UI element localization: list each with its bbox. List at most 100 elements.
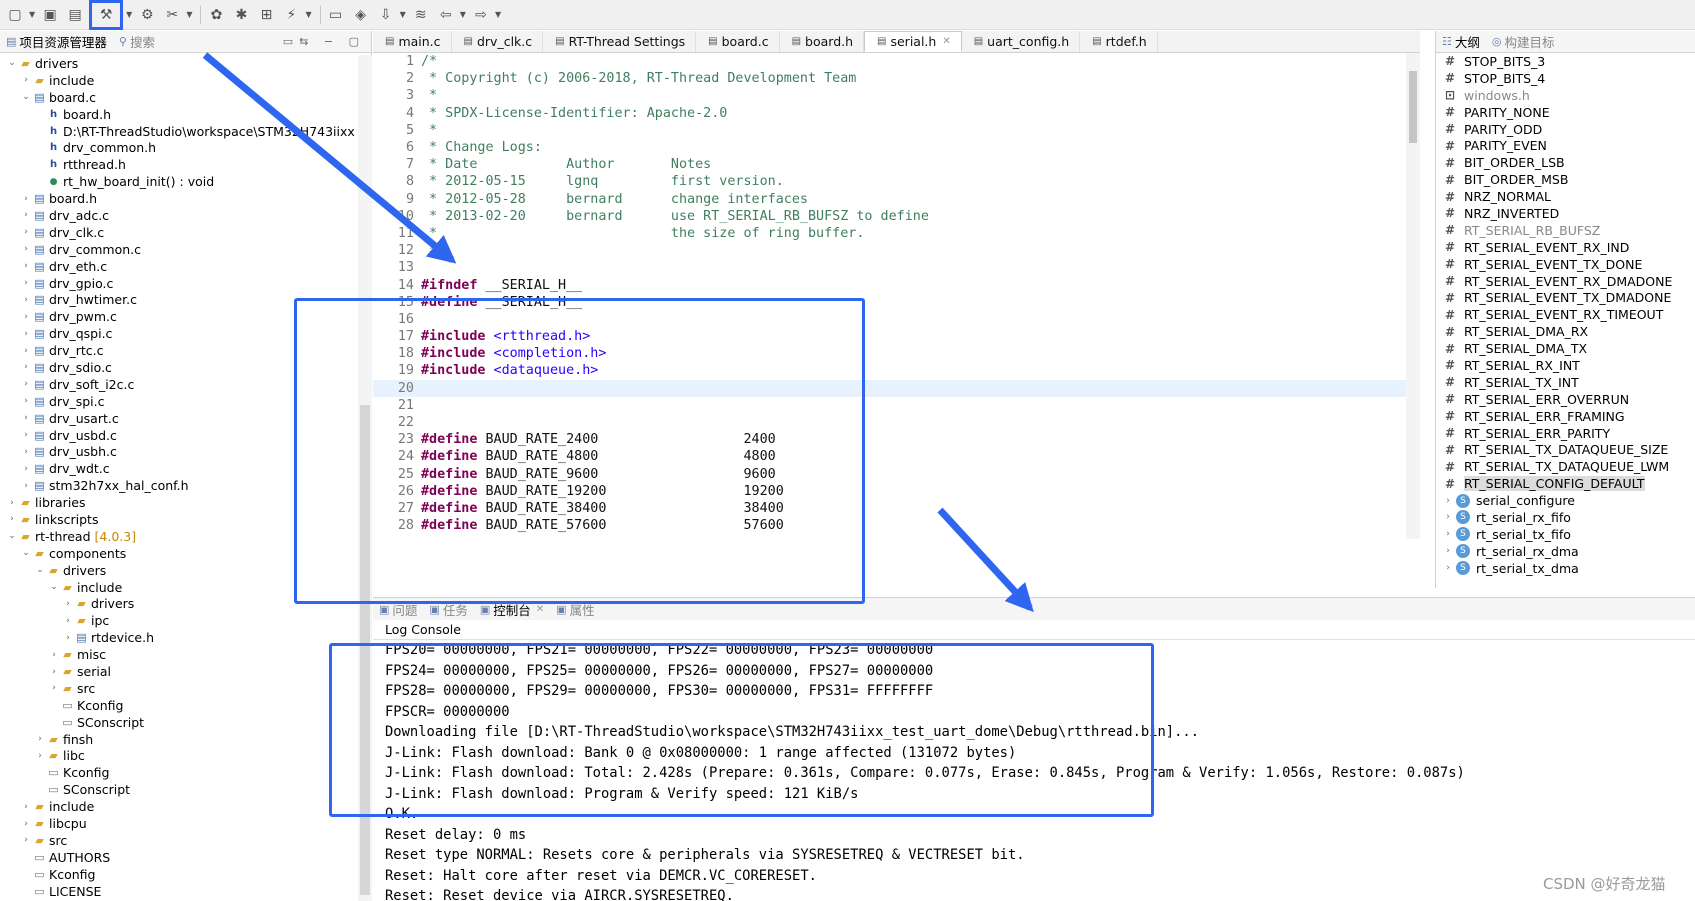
outline-item[interactable]: # RT_SERIAL_EVENT_RX_TIMEOUT <box>1436 306 1695 323</box>
editor-tab[interactable]: ▤ serial.h ✕ <box>864 31 962 52</box>
save-icon[interactable]: ▣ <box>39 4 61 26</box>
outline-item[interactable]: # RT_SERIAL_TX_DATAQUEUE_LWM <box>1436 458 1695 475</box>
tree-item[interactable]: › ▰ src <box>0 832 371 849</box>
chevron-right-icon[interactable]: › <box>1442 529 1454 539</box>
tree-item[interactable]: › ▰ include <box>0 798 371 815</box>
outline-item[interactable]: # RT_SERIAL_EVENT_RX_IND <box>1436 239 1695 256</box>
chevron-down-icon[interactable]: ▼ <box>29 10 35 19</box>
chevron-down-icon[interactable]: ▼ <box>460 10 466 19</box>
tree-item[interactable]: › ▰ include <box>0 72 371 89</box>
editor-tab[interactable]: ▤ rtdef.h <box>1080 31 1158 52</box>
chevron-right-icon[interactable]: › <box>20 464 32 474</box>
chevron-down-icon[interactable]: ▼ <box>305 10 311 19</box>
editor-tab[interactable]: ▤ board.c <box>696 31 780 52</box>
tree-item[interactable]: › ▰ src <box>0 680 371 697</box>
chevron-right-icon[interactable]: › <box>48 667 60 677</box>
outline-item[interactable]: # STOP_BITS_3 <box>1436 53 1695 70</box>
chevron-right-icon[interactable]: › <box>20 329 32 339</box>
chevron-right-icon[interactable]: › <box>20 396 32 406</box>
outline-item[interactable]: # NRZ_INVERTED <box>1436 205 1695 222</box>
chevron-right-icon[interactable]: › <box>6 514 18 524</box>
outline-item[interactable]: # NRZ_NORMAL <box>1436 188 1695 205</box>
outline-item[interactable]: # PARITY_ODD <box>1436 121 1695 138</box>
tree-item[interactable]: ▭ LICENSE <box>0 883 371 900</box>
close-icon[interactable]: ✕ <box>942 36 950 47</box>
outline-item[interactable]: # RT_SERIAL_DMA_RX <box>1436 323 1695 340</box>
debug-config-icon[interactable]: ⚙ <box>136 4 158 26</box>
tree-item[interactable]: ● rt_hw_board_init() : void <box>0 173 371 190</box>
outline-item[interactable]: # RT_SERIAL_ERR_OVERRUN <box>1436 391 1695 408</box>
forward-icon[interactable]: ⇨ <box>470 4 492 26</box>
code-line[interactable]: 11 * the size of ring buffer. <box>373 225 1420 242</box>
chevron-right-icon[interactable]: › <box>20 278 32 288</box>
chevron-right-icon[interactable]: › <box>20 346 32 356</box>
code-line[interactable]: 2 * Copyright (c) 2006-2018, RT-Thread D… <box>373 70 1420 87</box>
outline-item[interactable]: › Srt_serial_tx_dma <box>1436 560 1695 577</box>
tree-item[interactable]: › ▰ finsh <box>0 731 371 748</box>
save-all-icon[interactable]: ▤ <box>64 4 86 26</box>
chevron-down-icon[interactable]: ⌄ <box>34 565 46 575</box>
code-line[interactable]: 7 * Date Author Notes <box>373 156 1420 173</box>
tree-item[interactable]: ▭ AUTHORS <box>0 849 371 866</box>
download-icon[interactable]: ✿ <box>205 4 227 26</box>
outline-item[interactable]: # RT_SERIAL_CONFIG_DEFAULT <box>1436 475 1695 492</box>
chevron-right-icon[interactable]: › <box>20 362 32 372</box>
tab-build-targets[interactable]: ◎ 构建目标 <box>1486 31 1561 53</box>
layers-icon[interactable]: ≋ <box>410 4 432 26</box>
chevron-right-icon[interactable]: › <box>20 430 32 440</box>
outline-item[interactable]: # RT_SERIAL_EVENT_TX_DMADONE <box>1436 289 1695 306</box>
outline-item[interactable]: # STOP_BITS_4 <box>1436 70 1695 87</box>
chevron-right-icon[interactable]: › <box>20 75 32 85</box>
back-icon[interactable]: ⇦ <box>435 4 457 26</box>
tree-item[interactable]: › ▰ libc <box>0 748 371 765</box>
chevron-right-icon[interactable]: › <box>34 734 46 744</box>
outline-item[interactable]: # RT_SERIAL_RX_INT <box>1436 357 1695 374</box>
outline-item[interactable]: # PARITY_NONE <box>1436 104 1695 121</box>
tree-item[interactable]: › ▤ drv_gpio.c <box>0 275 371 292</box>
outline-item[interactable]: # RT_SERIAL_ERR_FRAMING <box>1436 408 1695 425</box>
tree-item[interactable]: › ▤ board.h <box>0 190 371 207</box>
code-line[interactable]: 8 * 2012-05-15 lgnq first version. <box>373 173 1420 190</box>
chevron-down-icon[interactable]: ▼ <box>400 10 406 19</box>
tree-item[interactable]: h drv_common.h <box>0 139 371 156</box>
chevron-down-icon[interactable]: ⌄ <box>20 92 32 102</box>
editor-tab[interactable]: ▤ board.h <box>780 31 865 52</box>
code-line[interactable]: 12 */ <box>373 242 1420 259</box>
outline-item[interactable]: # PARITY_EVEN <box>1436 137 1695 154</box>
editor-scrollbar[interactable] <box>1406 53 1420 539</box>
tree-item[interactable]: h rtthread.h <box>0 156 371 173</box>
new-file-icon[interactable]: ▢ <box>4 4 26 26</box>
chevron-right-icon[interactable]: › <box>1442 512 1454 522</box>
tree-item[interactable]: h D:\RT-ThreadStudio\workspace\STM32H743i… <box>0 123 371 140</box>
code-line[interactable]: 1 /* <box>373 53 1420 70</box>
settings-icon[interactable]: ✂ <box>161 4 183 26</box>
tree-item[interactable]: › ▤ drv_adc.c <box>0 207 371 224</box>
chevron-down-icon[interactable]: ⌄ <box>6 58 18 68</box>
editor-tab[interactable]: ▤ main.c <box>373 31 452 52</box>
chevron-right-icon[interactable]: › <box>20 244 32 254</box>
chevron-right-icon[interactable]: › <box>20 379 32 389</box>
chevron-down-icon[interactable]: ⌄ <box>48 582 60 592</box>
code-line[interactable]: 13 <box>373 259 1420 276</box>
code-line[interactable]: 6 * Change Logs: <box>373 139 1420 156</box>
tab-project-explorer[interactable]: ▤ 项目资源管理器 <box>0 31 113 53</box>
tree-item[interactable]: ⌄ ▰ drivers <box>0 55 371 72</box>
tree-item[interactable]: › ▰ misc <box>0 646 371 663</box>
editor-tab[interactable]: ▤ RT-Thread Settings <box>543 31 697 52</box>
chevron-right-icon[interactable]: › <box>48 683 60 693</box>
layers-icon[interactable]: ◈ <box>350 4 372 26</box>
terminal-icon[interactable]: ▭ <box>325 4 347 26</box>
chevron-down-icon[interactable]: ▼ <box>495 10 501 19</box>
panel-view-controls[interactable]: ▭⇆ − ▢ <box>283 35 365 48</box>
chevron-right-icon[interactable]: › <box>62 599 74 609</box>
chevron-right-icon[interactable]: › <box>20 819 32 829</box>
tree-item[interactable]: ▭ SConscript <box>0 781 371 798</box>
outline-item[interactable]: # RT_SERIAL_ERR_PARITY <box>1436 425 1695 442</box>
outline-item[interactable]: ⊡ windows.h <box>1436 87 1695 104</box>
outline-item[interactable]: # RT_SERIAL_TX_INT <box>1436 374 1695 391</box>
chevron-down-icon[interactable]: ▼ <box>126 10 132 19</box>
outline-item[interactable]: › Srt_serial_tx_fifo <box>1436 526 1695 543</box>
chevron-down-icon[interactable]: ▼ <box>186 10 192 19</box>
outline-item[interactable]: # RT_SERIAL_RB_BUFSZ <box>1436 222 1695 239</box>
outline-item[interactable]: # RT_SERIAL_DMA_TX <box>1436 340 1695 357</box>
